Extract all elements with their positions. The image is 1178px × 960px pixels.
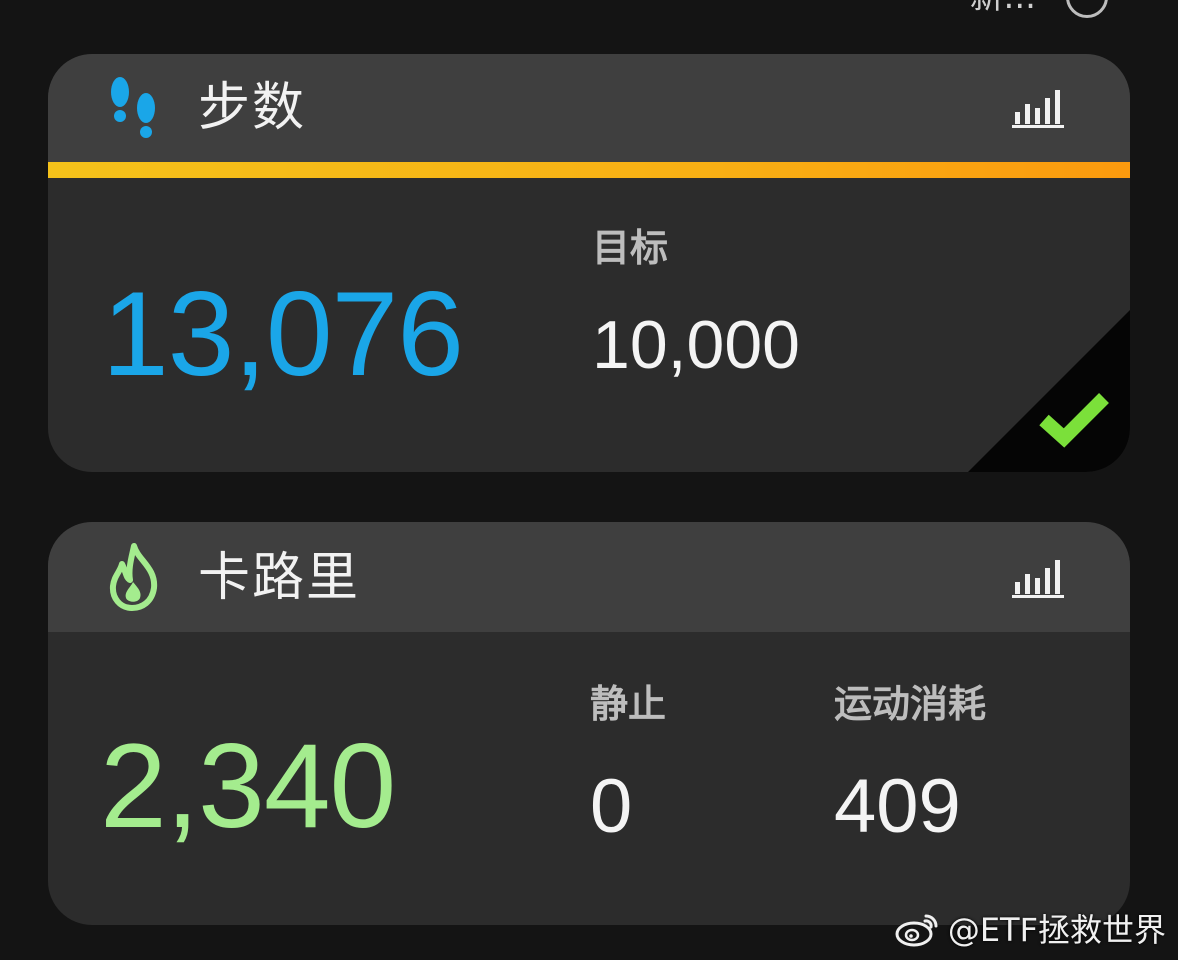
checkmark-icon <box>1039 393 1109 448</box>
calories-bar-chart-icon[interactable] <box>1012 558 1066 598</box>
top-strip-circle-icon[interactable] <box>1066 0 1108 18</box>
top-strip-text[interactable]: 新... <box>970 0 1036 14</box>
calories-card-title: 卡路里 <box>198 548 361 608</box>
resting-value: 0 <box>590 764 633 849</box>
calories-card[interactable]: 卡路里 2,340 静止 0 运动消耗 409 <box>48 522 1130 925</box>
footprints-icon <box>111 77 155 138</box>
steps-accent-bar <box>48 162 1130 178</box>
calories-card-header[interactable]: 卡路里 <box>48 522 1130 632</box>
steps-card-header[interactable]: 步数 <box>48 54 1130 162</box>
resting-label: 静止 <box>590 682 667 726</box>
watermark: @ETF拯救世界 <box>894 912 1166 948</box>
goal-label: 目标 <box>592 226 669 270</box>
calories-value: 2,340 <box>100 719 396 853</box>
steps-card-title: 步数 <box>198 78 307 138</box>
flame-icon <box>109 543 158 611</box>
active-calories-label: 运动消耗 <box>834 682 987 726</box>
goal-value: 10,000 <box>592 307 800 383</box>
top-strip: 新... <box>970 0 1108 18</box>
steps-bar-chart-icon[interactable] <box>1012 88 1066 128</box>
app-screen: 新... 步数 13,076 目标 10,00 <box>0 0 1178 960</box>
active-calories-value: 409 <box>834 764 961 849</box>
steps-value: 13,076 <box>102 267 464 401</box>
steps-card[interactable]: 步数 13,076 目标 10,000 <box>48 54 1130 472</box>
steps-card-body: 13,076 目标 10,000 <box>48 178 1130 472</box>
goal-met-badge <box>968 310 1130 472</box>
weibo-icon <box>895 914 938 947</box>
watermark-text: @ETF拯救世界 <box>947 911 1166 949</box>
calories-card-body: 2,340 静止 0 运动消耗 409 <box>48 632 1130 925</box>
